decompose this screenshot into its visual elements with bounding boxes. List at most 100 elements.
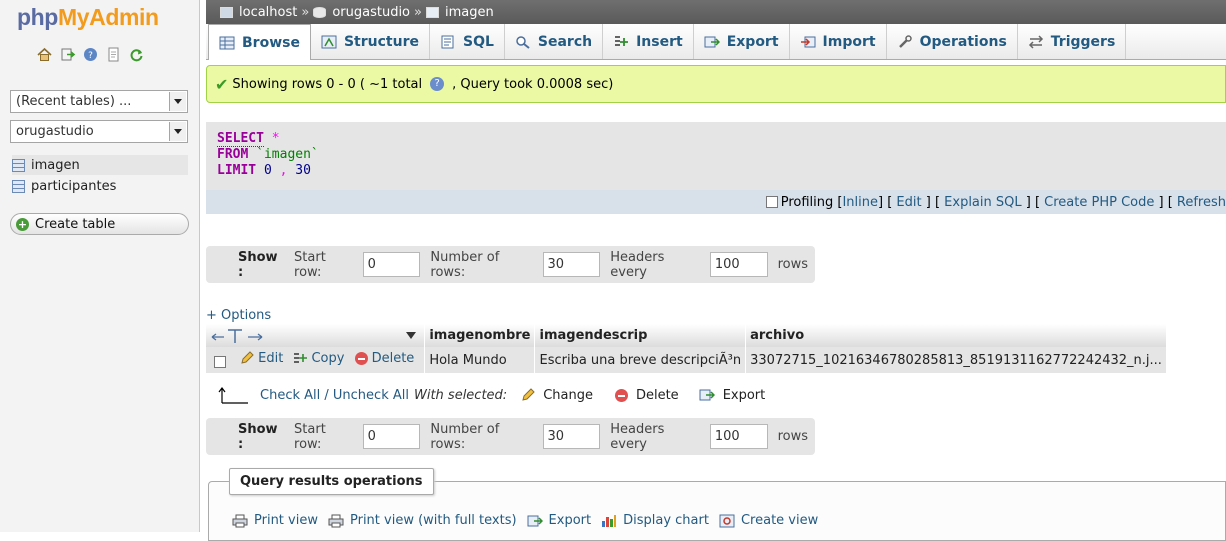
sort-down-icon[interactable] <box>406 332 417 339</box>
export-icon <box>527 515 543 526</box>
edit-sql-link[interactable]: Edit <box>896 195 921 210</box>
tab-import[interactable]: Import <box>790 24 887 59</box>
reload-icon[interactable] <box>128 46 145 63</box>
cell-imagendescrip[interactable]: Escriba una breve descripciÃ³n <box>534 347 747 373</box>
print-view-full-link[interactable]: Print view (with full texts) <box>328 513 517 528</box>
create-view-link[interactable]: Create view <box>719 513 818 528</box>
tab-insert[interactable]: Insert <box>603 24 694 59</box>
help-icon[interactable]: ? <box>82 46 99 63</box>
checkmark-icon: ✔ <box>215 74 229 94</box>
refresh-link[interactable]: Refresh <box>1177 195 1226 210</box>
column-header-archivo[interactable]: archivo <box>745 324 1167 347</box>
documentation-icon[interactable] <box>105 46 122 63</box>
sql-number: 0 <box>263 163 272 178</box>
tab-export[interactable]: Export <box>694 24 790 59</box>
print-view-link[interactable]: Print view <box>232 513 318 528</box>
headers-every-label: Headers every <box>610 421 665 452</box>
breadcrumb-server[interactable]: localhost <box>239 5 297 20</box>
pencil-icon <box>522 388 535 401</box>
start-row-input[interactable]: 0 <box>362 252 421 277</box>
row-copy-link[interactable]: Copy <box>293 351 344 366</box>
edit-label: Edit <box>258 350 284 366</box>
nav-icon-bar: ? <box>36 46 145 63</box>
table-icon <box>425 6 439 18</box>
rows-label: rows <box>777 429 808 444</box>
tab-label: Operations <box>919 33 1007 50</box>
row-delete-link[interactable]: Delete <box>354 351 415 367</box>
table-row: Edit Copy Delete Hola Mundo Escriba una … <box>206 347 1167 373</box>
rows-navigation-top: Show : Start row: 0 Number of rows: 30 H… <box>206 246 815 283</box>
create-php-code-link[interactable]: Create PHP Code <box>1044 195 1154 210</box>
breadcrumb-table[interactable]: imagen <box>445 5 494 20</box>
create-table-button[interactable]: + Create table <box>10 213 189 235</box>
recent-tables-select[interactable]: (Recent tables) ... <box>10 90 188 113</box>
check-all-link[interactable]: Check All <box>260 388 320 403</box>
delete-selected-button[interactable]: Delete <box>614 387 679 403</box>
tab-label: Insert <box>636 33 683 50</box>
tab-label: Structure <box>343 33 419 50</box>
database-select-value: orugastudio <box>16 124 94 139</box>
column-header-imagenombre[interactable]: imagenombre <box>424 324 536 347</box>
tab-label: Search <box>537 33 593 50</box>
row-checkbox[interactable] <box>214 355 226 368</box>
tab-search[interactable]: Search <box>505 24 604 59</box>
tab-operations[interactable]: Operations <box>887 24 1018 59</box>
sql-identifier: `imagen` <box>256 147 319 162</box>
breadcrumb-database[interactable]: orugastudio <box>332 5 410 20</box>
tab-structure[interactable]: Structure <box>311 24 430 59</box>
with-selected-label: With selected: <box>413 387 508 403</box>
delete-label: Delete <box>371 351 415 367</box>
database-select[interactable]: orugastudio <box>10 120 188 143</box>
options-link[interactable]: + Options <box>206 308 271 323</box>
row-actions-cell: Edit Copy Delete <box>206 347 426 373</box>
column-resize-arrows-icon[interactable] <box>210 327 266 345</box>
sql-operator: , <box>279 163 288 178</box>
cell-imagenombre[interactable]: Hola Mundo <box>424 347 536 373</box>
tab-label: Browse <box>242 34 300 51</box>
export-icon <box>704 36 720 47</box>
export-results-link[interactable]: Export <box>527 513 591 528</box>
logout-icon[interactable] <box>59 46 76 63</box>
rows-navigation-bottom: Show : Start row: 0 Number of rows: 30 H… <box>206 418 815 455</box>
actions-header <box>206 324 426 347</box>
phpmyadmin-logo[interactable]: phpMyAdmin <box>17 4 159 31</box>
bar-chart-icon <box>602 514 617 527</box>
nav-table-imagen[interactable]: imagen <box>12 155 188 175</box>
import-icon <box>800 36 816 47</box>
sql-keyword: LIMIT <box>217 163 257 178</box>
browse-icon <box>219 36 235 49</box>
home-icon[interactable] <box>36 46 53 63</box>
column-header-imagendescrip[interactable]: imagendescrip <box>534 324 747 347</box>
start-row-input[interactable]: 0 <box>362 424 421 449</box>
view-icon <box>719 514 735 527</box>
num-rows-input[interactable]: 30 <box>542 252 601 277</box>
search-icon <box>516 35 530 49</box>
num-rows-label: Number of rows: <box>430 249 500 280</box>
tab-triggers[interactable]: Triggers <box>1018 24 1127 59</box>
row-edit-link[interactable]: Edit <box>240 351 283 366</box>
help-icon[interactable]: ? <box>430 77 445 91</box>
export-label: Export <box>722 387 766 403</box>
profiling-label: Profiling <box>780 194 834 210</box>
print-view-label: Print view <box>254 513 318 528</box>
delete-label: Delete <box>635 387 679 403</box>
headers-every-input[interactable]: 100 <box>709 424 768 449</box>
inline-link[interactable]: Inline <box>842 195 878 210</box>
printer-icon <box>328 514 344 527</box>
export-selected-button[interactable]: Export <box>699 387 766 403</box>
display-chart-link[interactable]: Display chart <box>601 513 709 528</box>
message-time: , Query took 0.0008 sec) <box>452 76 614 92</box>
uncheck-all-link[interactable]: Uncheck All <box>333 388 409 403</box>
tab-sql[interactable]: SQL <box>430 24 505 59</box>
headers-every-input[interactable]: 100 <box>709 252 768 277</box>
num-rows-input[interactable]: 30 <box>542 424 601 449</box>
sql-icon <box>441 35 454 48</box>
success-message: ✔ Showing rows 0 - 0 ( ~1 total ? , Quer… <box>206 65 1226 103</box>
profiling-checkbox[interactable] <box>765 196 778 208</box>
nav-table-participantes[interactable]: participantes <box>12 176 188 196</box>
cell-archivo[interactable]: 33072715_10216346780285813_8519131162772… <box>745 347 1167 373</box>
explain-sql-link[interactable]: Explain SQL <box>944 195 1021 210</box>
export-icon <box>699 389 715 401</box>
change-selected-button[interactable]: Change <box>521 388 593 403</box>
tab-browse[interactable]: Browse <box>208 24 311 60</box>
